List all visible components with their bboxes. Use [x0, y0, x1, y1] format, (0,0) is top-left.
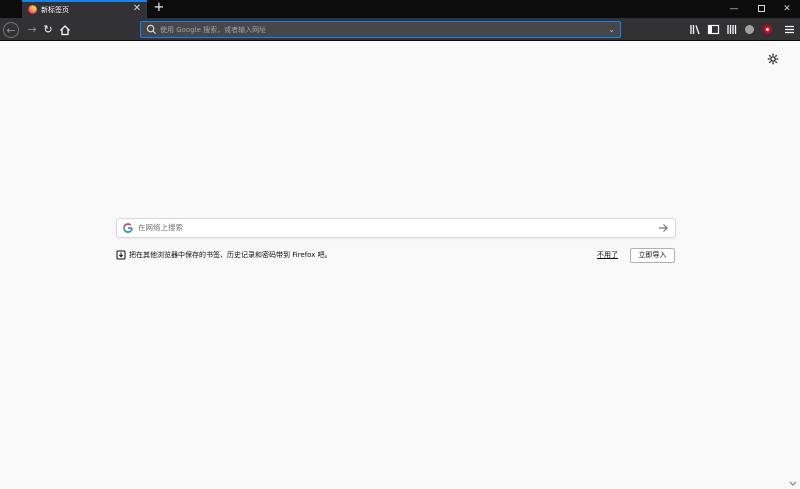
navigation-toolbar: ← → ↻ 使用 Google 搜索，或者输入网址 ⌄ [0, 18, 800, 41]
chevron-down-icon[interactable]: ⌄ [608, 23, 615, 37]
close-window-button[interactable]: ✕ [773, 0, 800, 18]
import-message: 把在其他浏览器中保存的书签、历史记录和密码带到 Firefox 吧。 [129, 251, 332, 259]
home-icon[interactable] [57, 22, 73, 38]
url-placeholder: 使用 Google 搜索，或者输入网址 [160, 26, 267, 34]
reader-icon[interactable] [726, 23, 739, 36]
tab-strip: 新标签页 ✕ + — ✕ [0, 0, 800, 18]
close-tab-icon[interactable]: ✕ [131, 3, 143, 15]
menu-icon[interactable] [783, 23, 796, 36]
search-icon [146, 24, 157, 35]
gear-icon[interactable] [767, 53, 779, 65]
tab-title: 新标签页 [41, 6, 69, 14]
tab-new-tab[interactable]: 新标签页 ✕ [22, 0, 147, 18]
search-placeholder: 在网络上搜索 [138, 223, 183, 232]
sidebar-icon[interactable] [707, 23, 720, 36]
import-icon [116, 250, 126, 260]
arrow-right-icon[interactable] [657, 222, 669, 234]
url-bar[interactable]: 使用 Google 搜索，或者输入网址 ⌄ [140, 21, 621, 38]
extension-icon[interactable] [743, 23, 756, 36]
import-now-button[interactable]: 立即导入 [630, 248, 675, 263]
back-icon[interactable]: ← [3, 22, 19, 38]
firefox-icon [28, 5, 37, 14]
web-search-box[interactable]: 在网络上搜索 [116, 218, 676, 238]
minimize-button[interactable]: — [720, 0, 748, 18]
google-icon [123, 223, 133, 233]
new-tab-button[interactable]: + [152, 1, 166, 15]
dismiss-link[interactable]: 不用了 [597, 250, 618, 260]
library-icon[interactable] [689, 23, 702, 36]
maximize-button[interactable] [747, 0, 775, 18]
forward-icon[interactable]: → [24, 22, 40, 38]
extension-icon[interactable] [761, 23, 774, 36]
reload-icon[interactable]: ↻ [40, 22, 56, 38]
chevron-down-icon[interactable] [789, 480, 797, 487]
